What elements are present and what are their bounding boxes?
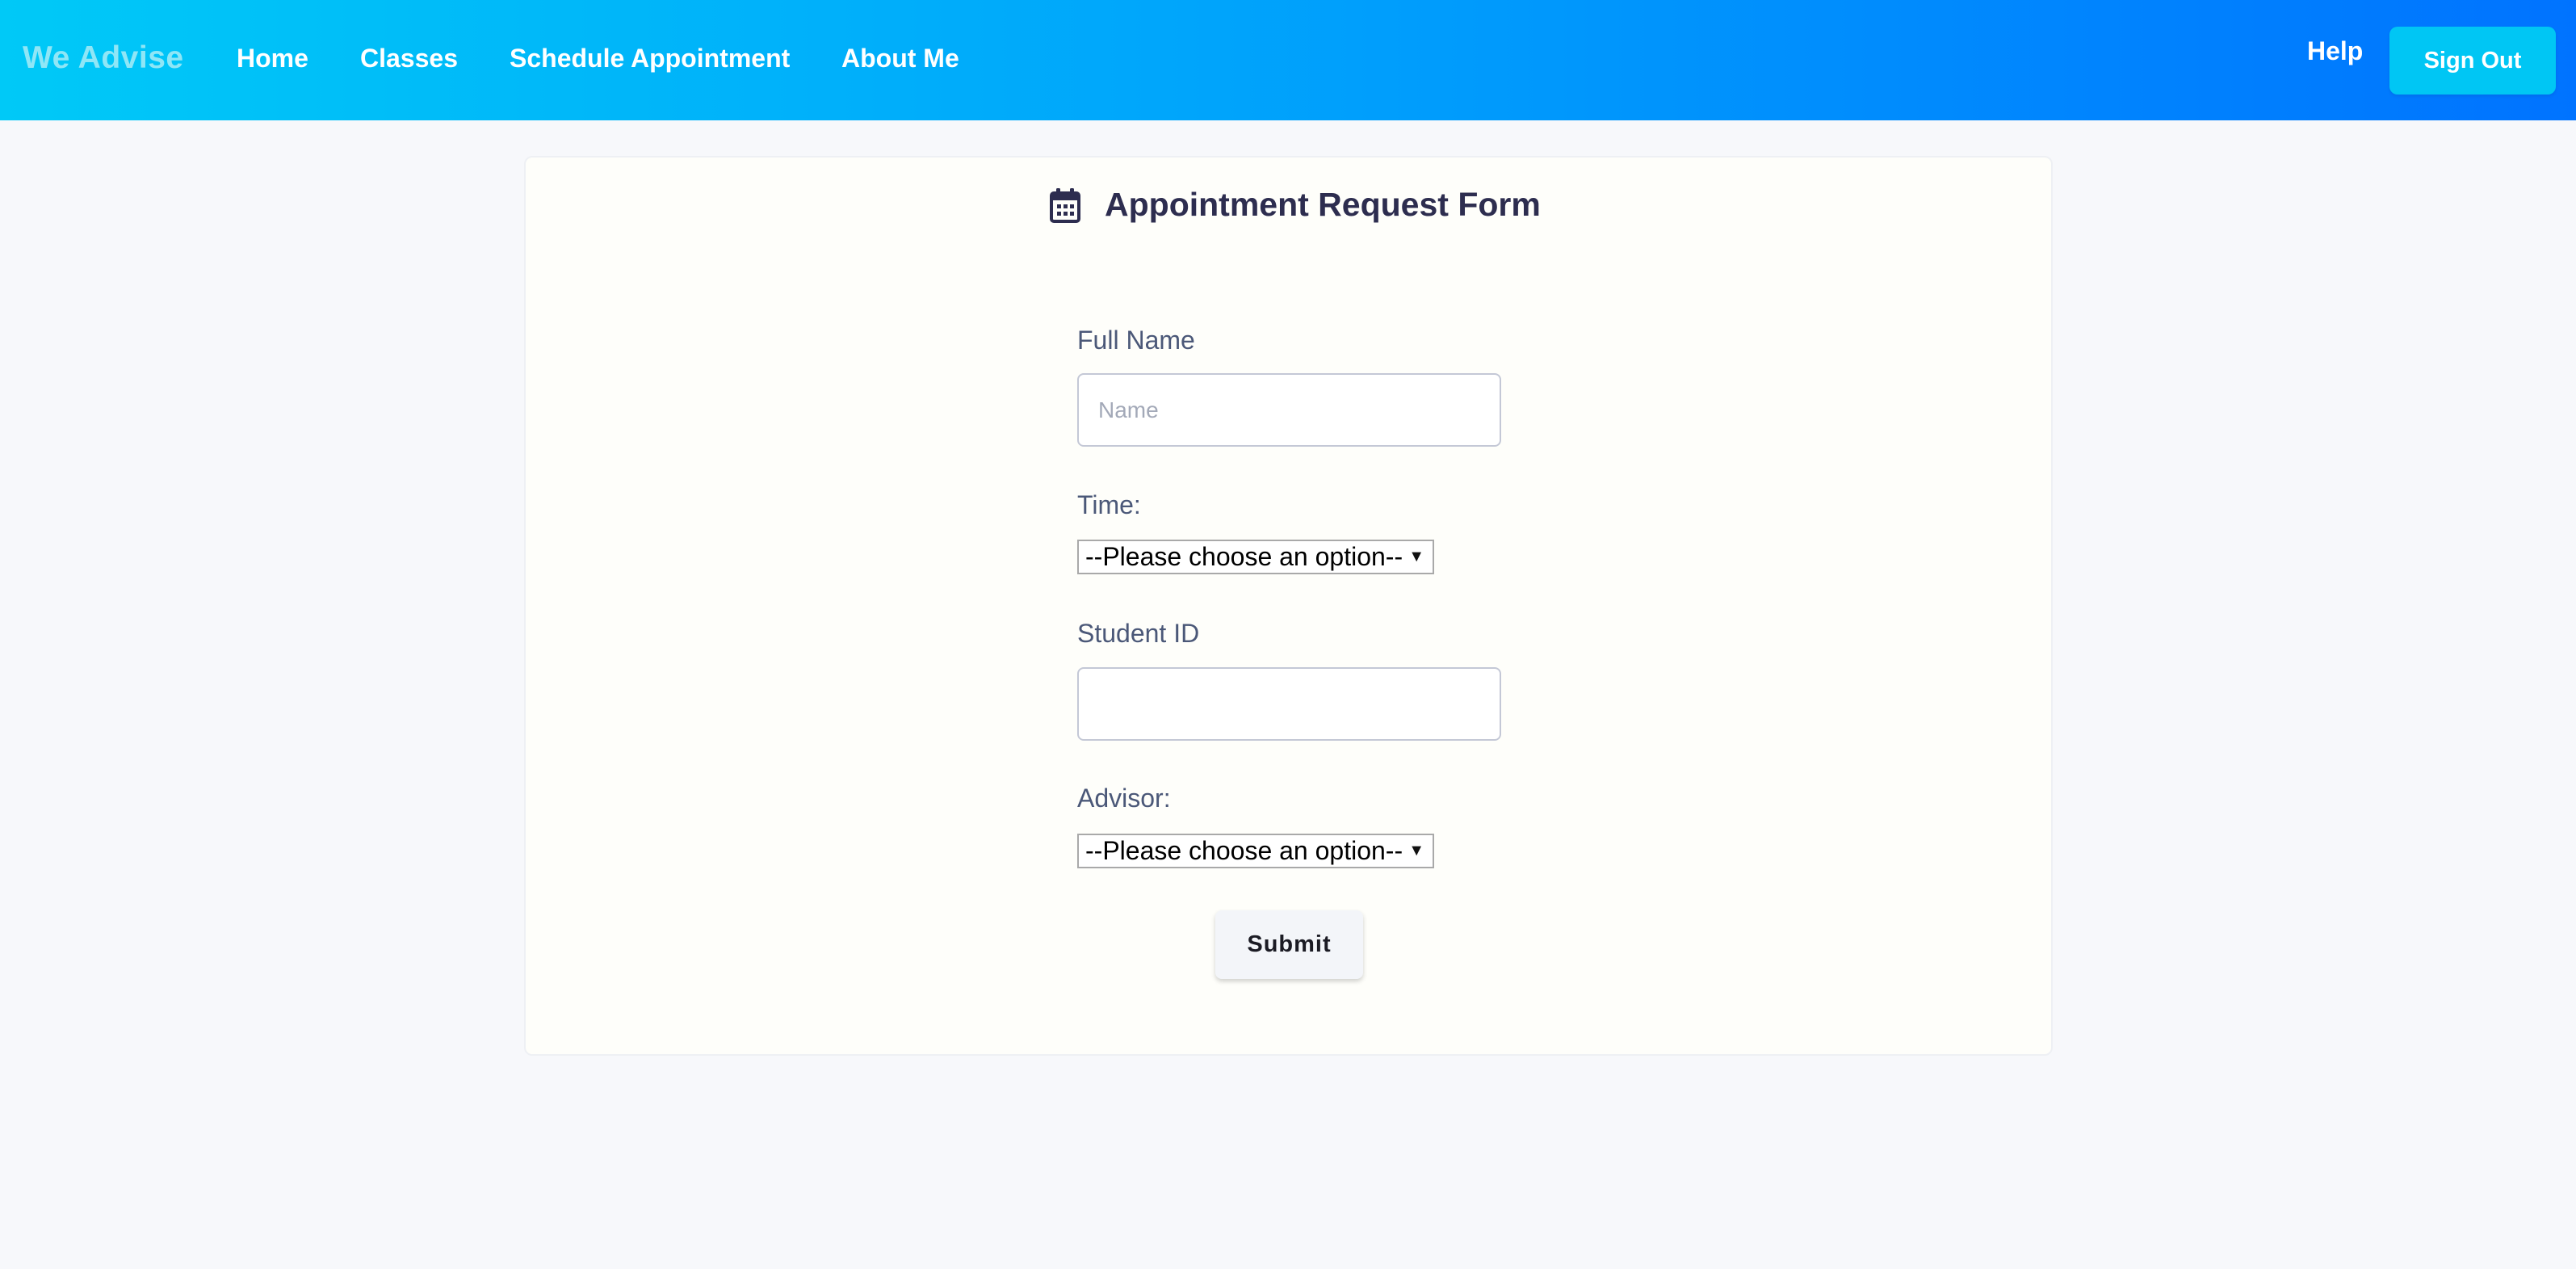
form-title: Appointment Request Form bbox=[1105, 186, 1541, 223]
nav-link-help[interactable]: Help bbox=[2307, 36, 2363, 66]
time-select-value: --Please choose an option-- bbox=[1085, 542, 1403, 571]
submit-button[interactable]: Submit bbox=[1215, 910, 1363, 979]
nav-link-home[interactable]: Home bbox=[237, 44, 308, 74]
full-name-input[interactable] bbox=[1077, 373, 1501, 447]
nav-link-classes[interactable]: Classes bbox=[360, 44, 458, 74]
brand-logo[interactable]: We Advise bbox=[23, 40, 184, 76]
student-id-label: Student ID bbox=[1077, 619, 1200, 648]
dropdown-arrow-icon: ▼ bbox=[1408, 548, 1424, 565]
dropdown-arrow-icon: ▼ bbox=[1408, 842, 1424, 859]
nav-link-schedule-appointment[interactable]: Schedule Appointment bbox=[510, 44, 790, 74]
calendar-icon bbox=[1050, 187, 1080, 223]
time-select[interactable]: --Please choose an option-- ▼ bbox=[1077, 540, 1434, 574]
time-label: Time: bbox=[1077, 490, 1141, 519]
full-name-label: Full Name bbox=[1077, 326, 1195, 355]
sign-out-button[interactable]: Sign Out bbox=[2389, 27, 2556, 95]
form-header: Appointment Request Form bbox=[1050, 186, 1541, 224]
advisor-select[interactable]: --Please choose an option-- ▼ bbox=[1077, 834, 1434, 868]
student-id-input[interactable] bbox=[1077, 667, 1501, 741]
advisor-label: Advisor: bbox=[1077, 784, 1171, 813]
nav-link-about-me[interactable]: About Me bbox=[841, 44, 959, 74]
top-navbar: We Advise Home Classes Schedule Appointm… bbox=[0, 0, 2576, 120]
advisor-select-value: --Please choose an option-- bbox=[1085, 836, 1403, 865]
